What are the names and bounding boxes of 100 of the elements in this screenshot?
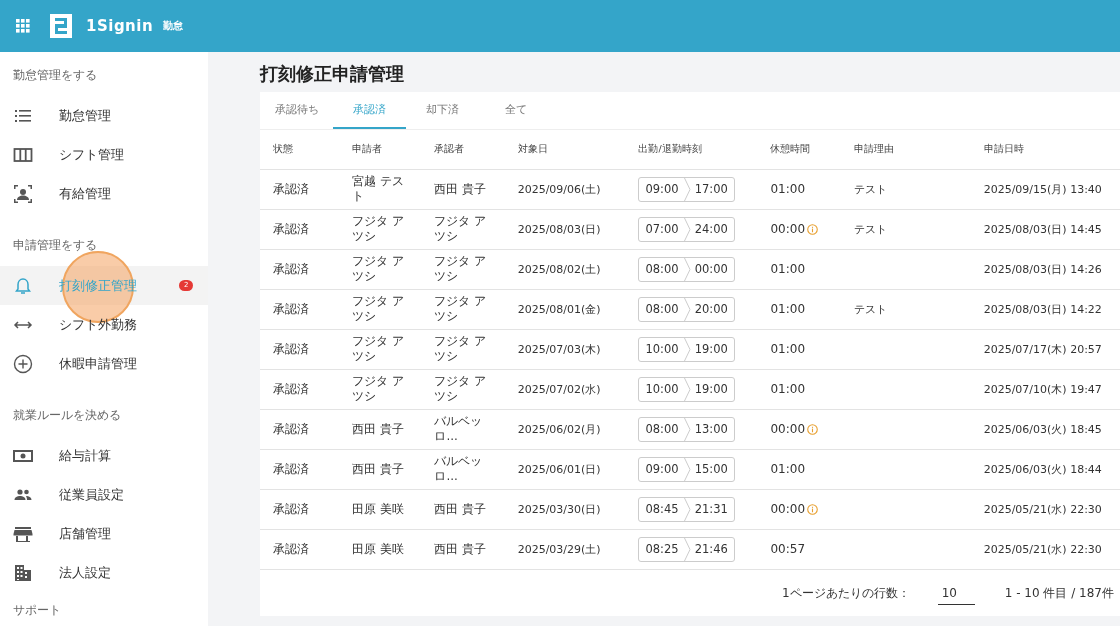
table-cell: 承認済 — [260, 169, 340, 209]
sidebar-item[interactable]: 勤怠管理 — [0, 96, 208, 135]
sidebar-item[interactable]: シフト管理 — [0, 135, 208, 174]
table-cell: 00:57 — [770, 542, 806, 556]
brand-name: 1Signin — [86, 17, 154, 35]
column-header: 対象日 — [504, 130, 626, 169]
table-cell: 00:00 — [770, 502, 806, 516]
table-cell: 承認済 — [260, 329, 340, 369]
table-cell-text: 西田 貴子 — [434, 181, 488, 197]
start-time: 08:00 — [645, 302, 679, 316]
plus-circle-icon — [13, 353, 33, 374]
table-cell: 2025/08/03(日) 14:22 — [970, 289, 1120, 329]
tab[interactable]: 却下済 — [406, 92, 479, 129]
table-cell-text: フジタ アツシ — [352, 334, 405, 364]
start-time: 10:00 — [645, 382, 679, 396]
column-header: 状態 — [260, 130, 340, 169]
table-cell-text: フジタ アツシ — [352, 294, 405, 324]
sidebar-item[interactable]: 休暇申請管理 — [0, 344, 208, 383]
section-heading: サポート — [12, 602, 62, 619]
end-time: 19:00 — [694, 382, 728, 396]
section-heading: 就業ルールを決める — [12, 407, 122, 424]
table-cell: テスト — [853, 182, 887, 196]
building-icon — [13, 562, 33, 583]
table-cell: 01:00 — [770, 382, 806, 396]
end-time: 21:46 — [694, 542, 728, 556]
table-cell-text: フジタ アツシ — [352, 214, 405, 244]
start-time: 08:00 — [645, 422, 679, 436]
sidebar-item[interactable]: 有給管理 — [0, 174, 208, 213]
table-cell-text: フジタ アツシ — [434, 294, 488, 324]
table-cell: 01:00 — [770, 462, 806, 476]
page-title: 打刻修正申請管理 — [260, 62, 405, 86]
person-icon — [13, 183, 33, 204]
table-cell: 承認済 — [260, 409, 340, 449]
table-cell: テスト — [853, 222, 887, 236]
table-cell-text: フジタ アツシ — [434, 214, 488, 244]
start-time: 09:00 — [645, 182, 679, 196]
end-time: 13:00 — [694, 422, 728, 436]
start-time: 07:00 — [645, 222, 679, 236]
table-cell: 2025/06/01(日) — [504, 449, 626, 489]
start-time: 08:00 — [645, 262, 679, 276]
rows-per-page-select[interactable]: 10 — [937, 581, 975, 605]
column-header: 申請日時 — [970, 130, 1120, 169]
tab[interactable]: 全て — [479, 92, 552, 129]
table-cell-text: バルベッロ... — [434, 454, 484, 484]
rows-per-page-label: 1ページあたりの行数： — [782, 584, 910, 602]
table-cell: 承認済 — [260, 209, 340, 249]
table-cell: 2025/08/03(日) 14:45 — [970, 209, 1120, 249]
start-time: 08:45 — [645, 502, 679, 516]
table-cell: 2025/07/17(木) 20:57 — [970, 329, 1120, 369]
table-cell: 承認済 — [260, 369, 340, 409]
column-header: 休憩時間 — [757, 130, 841, 169]
table-cell-text: 西田 貴子 — [434, 541, 488, 557]
sidebar-item[interactable]: 店舗管理 — [0, 514, 208, 553]
tab[interactable]: 承認待ち — [260, 92, 333, 129]
table-cell: 2025/05/21(水) 22:30 — [970, 489, 1120, 529]
column-header: 承認者 — [421, 130, 505, 169]
table-cell: 承認済 — [260, 249, 340, 289]
table-cell: 承認済 — [260, 289, 340, 329]
apps-grid-icon[interactable] — [16, 19, 30, 33]
sidebar-item[interactable]: 給与計算 — [0, 436, 208, 475]
sidebar-item[interactable]: 従業員設定 — [0, 475, 208, 514]
section-heading: 申請管理をする — [12, 237, 98, 254]
end-time: 19:00 — [694, 342, 728, 356]
table-cell-text: 西田 貴子 — [352, 461, 405, 477]
table-cell-text: 西田 貴子 — [434, 501, 488, 517]
table-cell: 00:00 — [770, 222, 806, 236]
table-cell: 01:00 — [770, 302, 806, 316]
table-cell: 2025/07/02(水) — [504, 369, 626, 409]
table-cell-text: 宮越 テスト — [352, 174, 405, 204]
table-cell: 2025/08/03(日) 14:26 — [970, 249, 1120, 289]
sidebar-item[interactable]: 法人設定 — [0, 553, 208, 592]
table-cell: 01:00 — [770, 262, 806, 276]
column-header: 申請者 — [339, 130, 422, 169]
table-cell: 2025/06/03(火) 18:45 — [970, 409, 1120, 449]
table-cell: 承認済 — [260, 529, 340, 569]
table-cell: 2025/07/10(木) 19:47 — [970, 369, 1120, 409]
section-heading: 勤怠管理をする — [12, 67, 98, 84]
table-cell: 2025/07/03(木) — [504, 329, 626, 369]
start-time: 10:00 — [645, 342, 679, 356]
table-cell-text: フジタ アツシ — [434, 374, 488, 404]
table-cell-text: フジタ アツシ — [434, 334, 488, 364]
table-cell: 2025/05/21(水) 22:30 — [970, 529, 1120, 569]
end-time: 21:31 — [694, 502, 728, 516]
end-time: 17:00 — [694, 182, 728, 196]
table-cell-text: 田原 美咲 — [352, 501, 405, 517]
table-cell: 01:00 — [770, 342, 806, 356]
table-cell: 2025/06/02(月) — [504, 409, 626, 449]
logo-icon — [50, 14, 72, 38]
table-cell-text: 田原 美咲 — [352, 541, 405, 557]
column-header: 出勤/退勤時刻 — [625, 130, 758, 169]
table-cell: 2025/08/02(土) — [504, 249, 626, 289]
end-time: 20:00 — [694, 302, 728, 316]
start-time: 08:25 — [645, 542, 679, 556]
table-cell: 2025/09/06(土) — [504, 169, 626, 209]
column-header: 申請理由 — [840, 130, 971, 169]
table-cell: テスト — [853, 302, 887, 316]
table-cell: 2025/03/30(日) — [504, 489, 626, 529]
start-time: 09:00 — [645, 462, 679, 476]
table-cell-text: バルベッロ... — [434, 414, 484, 444]
table-cell: 2025/06/03(火) 18:44 — [970, 449, 1120, 489]
